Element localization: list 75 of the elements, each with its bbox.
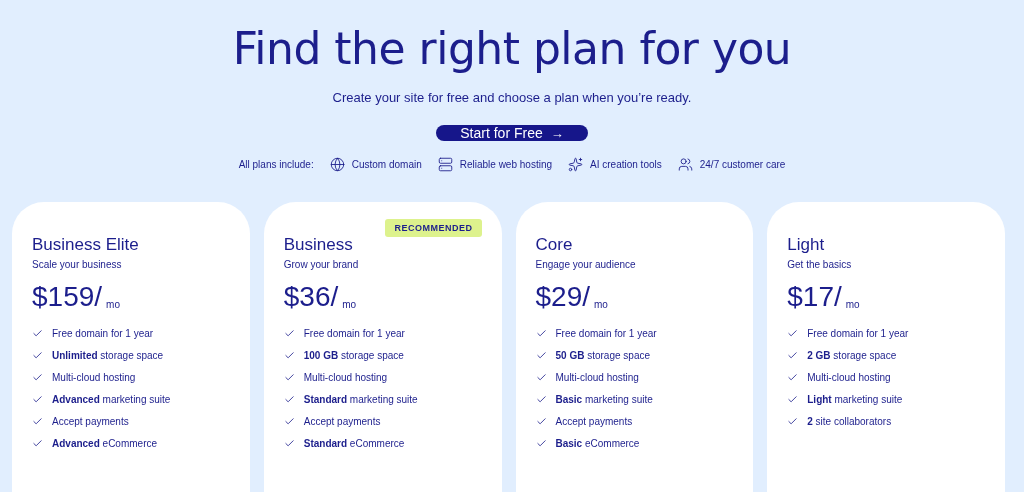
check-icon [535,438,547,449]
check-icon [32,350,43,361]
plan-name: Business [283,234,354,256]
plan-feature: 2 GB storage space [807,349,897,363]
start-button[interactable]: Start for Free → [436,125,588,141]
check-icon [787,328,799,339]
check-icon [283,394,295,405]
sparkles-icon [568,157,583,172]
plan-feature: Standard marketing suite [303,393,418,407]
check-icon [535,416,547,427]
plan-feature: Unlimited storage space [52,349,164,363]
page-subtitle: Create your site for free and choose a plan when you’re ready. [332,90,692,105]
plan-price: $159/ [32,280,103,314]
plan-feature: Advanced marketing suite [52,393,171,407]
check-icon [32,416,43,427]
check-icon [535,328,547,339]
check-icon [283,328,295,339]
plan-feature: Standard eCommerce [303,437,405,451]
check-icon [787,372,799,383]
recommended-badge: RECOMMENDED [385,219,482,237]
users-icon [677,157,693,172]
price-period: mo [342,299,357,310]
check-icon [32,328,43,339]
plan-feature: Multi-cloud hosting [303,371,388,385]
price-period: mo [845,299,860,310]
price-period: mo [594,299,608,310]
feature-label: Custom domain [351,159,422,170]
plan-price: $17/ [787,280,842,314]
plan-feature: Free domain for 1 year [303,327,405,341]
plan-price: $29/ [535,280,590,314]
plan-feature: 100 GB storage space [303,349,404,363]
plan-feature: Advanced eCommerce [52,437,158,451]
includes-label: All plans include: [238,159,314,170]
check-icon [32,394,43,405]
plan-feature: Accept payments [52,415,129,429]
plan-feature: Accept payments [555,415,633,429]
check-icon [283,438,295,449]
feature-label: Reliable web hosting [459,159,552,170]
plan-feature: 50 GB storage space [555,349,650,363]
plan-feature: Free domain for 1 year [555,327,657,341]
check-icon [787,416,799,427]
plan-tagline: Grow your brand [283,259,360,270]
price-period: mo [106,299,120,310]
plan-feature: Basic eCommerce [555,437,640,451]
plan-feature: Free domain for 1 year [52,327,154,341]
plan-name: Light [787,234,826,256]
globe-icon [329,157,345,172]
plan-feature: 2 site collaborators [807,415,892,429]
plan-feature: Multi-cloud hosting [555,371,639,385]
check-icon [787,394,799,405]
plan-feature: Free domain for 1 year [807,327,909,341]
feature-label: 24/7 customer care [699,159,786,170]
check-icon [787,350,799,361]
plan-name: Core [535,234,574,256]
plan-feature: Accept payments [303,415,381,429]
check-icon [283,350,295,361]
server-icon [437,157,453,172]
check-icon [283,416,295,427]
check-icon [32,372,43,383]
plan-tagline: Scale your business [32,259,123,270]
plan-tagline: Get the basics [787,259,853,270]
page-title: Find the right plan for you [232,22,792,76]
check-icon [32,438,43,449]
feature-label: AI creation tools [590,159,662,170]
check-icon [535,394,547,405]
check-icon [283,372,295,383]
plan-feature: Multi-cloud hosting [807,371,891,385]
check-icon [535,350,547,361]
plan-feature: Multi-cloud hosting [52,371,136,385]
plan-feature: Basic marketing suite [555,393,653,407]
plan-tagline: Engage your audience [535,259,637,270]
plan-price: $36/ [283,280,339,314]
plan-name: Business Elite [32,234,140,256]
check-icon [535,372,547,383]
plan-feature: Light marketing suite [807,393,903,407]
